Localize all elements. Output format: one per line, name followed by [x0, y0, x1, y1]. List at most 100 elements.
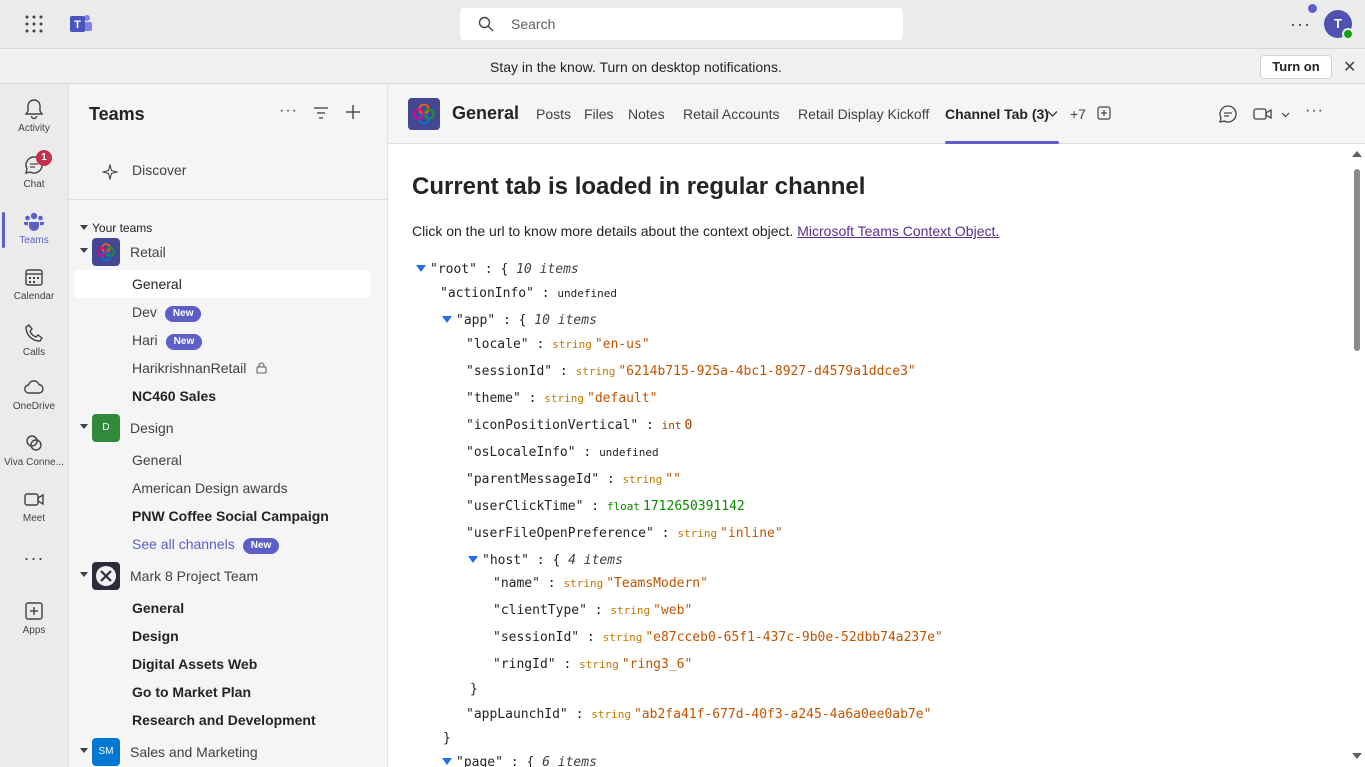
channel-mark8-general[interactable]: General: [69, 594, 389, 622]
collapse-triangle-icon[interactable]: [442, 758, 452, 765]
json-node-parentmessageid: "parentMessageId" : string "": [466, 472, 681, 487]
add-icon[interactable]: [345, 104, 361, 120]
channel-name: HarikrishnanRetail: [132, 360, 247, 376]
channel-retail-dev[interactable]: Dev New: [69, 298, 389, 326]
rail-label: OneDrive: [12, 401, 56, 412]
panel-title: Teams: [89, 104, 145, 124]
channel-retail-general[interactable]: General: [74, 270, 370, 298]
collapse-triangle-icon[interactable]: [442, 316, 452, 323]
panel-actions: ···: [279, 102, 369, 126]
context-object-link[interactable]: Microsoft Teams Context Object.: [797, 223, 999, 239]
tab-retail-display-kickoff[interactable]: Retail Display Kickoff: [798, 106, 929, 122]
app-launcher-icon[interactable]: [24, 14, 44, 34]
tab-channel-tab[interactable]: Channel Tab (3): [945, 106, 1049, 122]
team-name: Design: [130, 420, 174, 436]
rail-activity[interactable]: Activity: [0, 90, 68, 146]
team-sales-marketing[interactable]: SM Sales and Marketing: [69, 738, 389, 766]
chevron-down-icon: [80, 225, 88, 230]
team-retail[interactable]: Retail: [69, 238, 389, 266]
search-box[interactable]: Search: [460, 8, 903, 40]
team-mark8[interactable]: Mark 8 Project Team: [69, 562, 389, 590]
channel-name: American Design awards: [132, 480, 288, 496]
discover-link[interactable]: Discover: [132, 162, 186, 178]
see-all-channels-label: See all channels: [132, 536, 235, 552]
chevron-down-icon[interactable]: [1281, 112, 1290, 118]
bell-icon: [24, 99, 44, 120]
rail-label: Calls: [22, 347, 46, 358]
channel-mark8-research[interactable]: Research and Development: [69, 706, 389, 734]
json-node-userfileopenpreference: "userFileOpenPreference" : string "inline…: [466, 526, 783, 541]
channel-design-awards[interactable]: American Design awards: [69, 474, 389, 502]
active-tab-indicator: [945, 141, 1059, 144]
scrollbar-thumb[interactable]: [1354, 169, 1360, 351]
filter-icon[interactable]: [313, 106, 329, 120]
channel-name: Dev: [132, 304, 157, 320]
json-node-host-sessionid: "sessionId" : string "e87cceb0-65f1-437c-…: [493, 630, 943, 645]
chevron-down-icon: [80, 748, 88, 753]
channel-name: Go to Market Plan: [132, 684, 252, 700]
chevron-down-icon: [80, 248, 88, 253]
more-icon[interactable]: ···: [279, 102, 298, 120]
channel-retail-harikrishnanretail[interactable]: HarikrishnanRetail: [69, 354, 389, 382]
rail-label: Chat: [23, 179, 45, 190]
discover-sparkle-icon: [102, 164, 118, 180]
json-node-root[interactable]: "root" : { 10 items: [416, 262, 579, 277]
channel-design-general[interactable]: General: [69, 446, 389, 474]
channel-retail-nc460[interactable]: NC460 Sales: [69, 382, 389, 410]
rail-viva[interactable]: Viva Conne...: [0, 424, 68, 480]
intro-sentence: Click on the url to know more details ab…: [412, 223, 794, 239]
notification-dot: [1308, 4, 1317, 13]
channel-mark8-go-to-market[interactable]: Go to Market Plan: [69, 678, 389, 706]
main-area: General Posts Files Notes Retail Account…: [388, 84, 1365, 767]
tab-notes[interactable]: Notes: [628, 106, 665, 122]
json-node-app[interactable]: "app" : { 10 items: [442, 313, 597, 328]
channel-team-avatar: [408, 98, 440, 130]
rail-meet[interactable]: Meet: [0, 480, 68, 536]
scrollbar[interactable]: [1348, 145, 1365, 767]
tab-more-count[interactable]: +7: [1070, 106, 1086, 122]
channel-mark8-digital-assets[interactable]: Digital Assets Web: [69, 650, 389, 678]
intro-text: Click on the url to know more details ab…: [412, 223, 999, 239]
rail-onedrive[interactable]: OneDrive: [0, 368, 68, 424]
tab-posts[interactable]: Posts: [536, 106, 571, 122]
json-node-host-ringid: "ringId" : string "ring3_6": [493, 657, 693, 672]
turn-on-button[interactable]: Turn on: [1260, 55, 1332, 79]
rail-label: Apps: [22, 625, 46, 636]
channel-name: Design: [132, 628, 179, 644]
rail-teams[interactable]: Teams: [0, 202, 68, 258]
search-input[interactable]: Search: [511, 16, 555, 32]
add-tab-icon[interactable]: [1097, 106, 1111, 120]
channel-retail-hari[interactable]: Hari New: [69, 326, 389, 354]
channel-mark8-design[interactable]: Design: [69, 622, 389, 650]
team-name: Sales and Marketing: [130, 744, 258, 760]
tab-files[interactable]: Files: [584, 106, 614, 122]
more-options-icon[interactable]: ···: [1305, 102, 1324, 120]
json-node-page[interactable]: "page" : { 6 items: [442, 755, 597, 767]
rail-calendar[interactable]: Calendar: [0, 258, 68, 314]
rail-chat[interactable]: 1 Chat: [0, 146, 68, 202]
conversation-icon[interactable]: [1218, 104, 1238, 124]
new-badge: New: [242, 538, 280, 554]
channel-name: Hari: [132, 332, 158, 348]
close-icon[interactable]: ✕: [1343, 57, 1356, 77]
team-design[interactable]: D Design: [69, 414, 389, 442]
tab-retail-accounts[interactable]: Retail Accounts: [683, 106, 780, 122]
more-options-icon[interactable]: ···: [1290, 14, 1311, 35]
channel-name: NC460 Sales: [132, 388, 217, 404]
divider: [69, 199, 389, 200]
your-teams-label: Your teams: [92, 221, 153, 235]
chevron-down-icon[interactable]: [1047, 110, 1058, 118]
channel-title: General: [452, 103, 520, 123]
rail-apps[interactable]: Apps: [0, 592, 68, 648]
see-all-channels-link[interactable]: See all channels New: [69, 530, 389, 558]
channel-name: PNW Coffee Social Campaign: [132, 508, 329, 524]
json-node-host[interactable]: "host" : { 4 items: [468, 553, 623, 568]
collapse-triangle-icon[interactable]: [468, 556, 478, 563]
rail-more[interactable]: ···: [0, 540, 68, 576]
channel-design-pnw[interactable]: PNW Coffee Social Campaign: [69, 502, 389, 530]
collapse-triangle-icon[interactable]: [416, 265, 426, 272]
scroll-down-arrow-icon[interactable]: [1352, 753, 1362, 759]
meet-now-icon[interactable]: [1253, 104, 1273, 124]
scroll-up-arrow-icon[interactable]: [1352, 151, 1362, 157]
rail-calls[interactable]: Calls: [0, 314, 68, 370]
